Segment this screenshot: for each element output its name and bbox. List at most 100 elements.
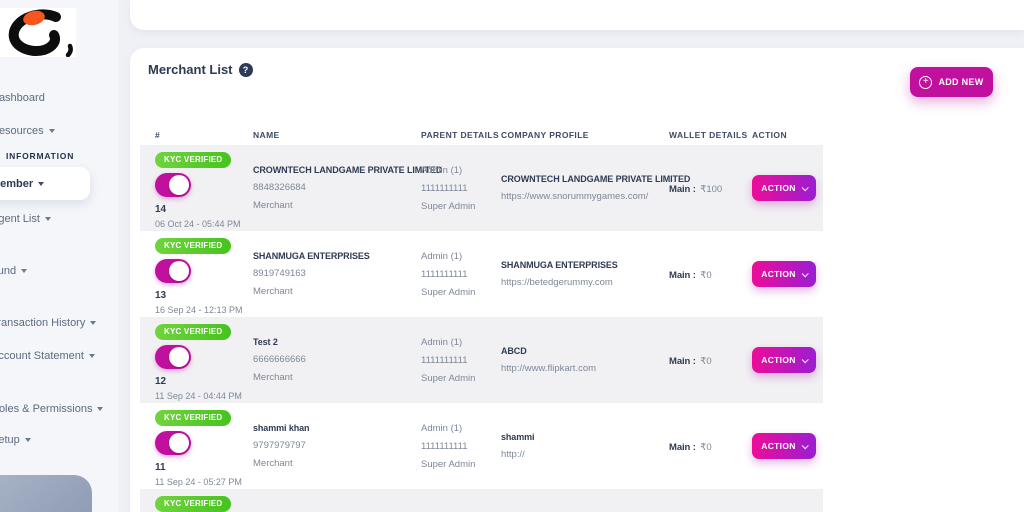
chevron-down-icon [44, 217, 51, 222]
sidebar-item-dashboard[interactable]: Dashboard [0, 92, 45, 104]
merchant-rows: KYC VERIFIED 14 06 Oct 24 - 05:44 PM CRO… [140, 145, 823, 512]
merchant-role: Merchant [253, 200, 293, 211]
parent-phone: 1111111111 [421, 354, 468, 366]
chevron-down-icon [38, 181, 45, 186]
company-name: ABCD [501, 346, 527, 356]
status-toggle[interactable] [155, 259, 191, 283]
merchant-phone: 6666666666 [253, 354, 306, 365]
wallet-label: Main : [669, 442, 696, 453]
status-toggle[interactable] [155, 431, 191, 455]
row-parent-cell: Admin (1) 1111111111 Super Admin [421, 145, 501, 231]
row-action-cell: ACTION [752, 317, 823, 403]
column-header-parent-details: PARENT DETAILS [421, 129, 500, 140]
table-row: KYC VERIFIED 12 11 Sep 24 - 04:44 PM Tes… [140, 317, 823, 403]
company-url[interactable]: http:// [501, 449, 669, 460]
row-company-cell: CROWNTECH LANDGAME PRIVATE LIMITED https… [501, 145, 691, 231]
row-status-cell: KYC VERIFIED 13 16 Sep 24 - 12:13 PM [155, 231, 253, 317]
wallet-label: Main : [669, 184, 696, 195]
merchant-date: 11 Sep 24 - 04:44 PM [155, 391, 242, 401]
sidebar-item-setup[interactable]: Setup [0, 434, 31, 446]
parent-name: Admin (1) [421, 336, 463, 348]
sidebar-item-agent-list[interactable]: Agent List [0, 213, 51, 225]
chevron-down-icon [48, 129, 55, 134]
column-header-name: NAME [253, 129, 280, 140]
action-button[interactable]: ACTION [752, 175, 816, 201]
merchant-id: 12 [155, 376, 167, 387]
merchant-id: 13 [155, 290, 167, 301]
row-company-cell: ABCD http://www.flipkart.com [501, 317, 669, 403]
kyc-verified-badge: KYC VERIFIED [155, 238, 232, 254]
company-url[interactable]: http://www.flipkart.com [501, 363, 669, 374]
merchant-name: CROWNTECH LANDGAME PRIVATE LIMITED [253, 165, 443, 175]
row-parent-cell: Admin (1) 1111111111 Super Admin [421, 403, 501, 489]
sidebar-item-fund[interactable]: Fund [0, 265, 28, 277]
parent-phone: 1111111111 [421, 440, 468, 452]
action-button[interactable]: ACTION [752, 261, 816, 287]
row-status-cell: KYC VERIFIED 14 06 Oct 24 - 05:44 PM [155, 145, 253, 231]
merchant-phone: 8919749163 [253, 268, 306, 279]
row-action-cell: ACTION [752, 145, 823, 231]
sidebar-promo-card [0, 475, 92, 512]
help-icon[interactable]: ? [238, 62, 253, 77]
wallet-amount: ₹100 [700, 184, 723, 195]
chevron-down-icon [801, 269, 809, 277]
row-status-cell: KYC VERIFIED [155, 489, 253, 512]
kyc-verified-badge: KYC VERIFIED [155, 496, 232, 512]
chevron-down-icon [24, 438, 31, 443]
company-name: CROWNTECH LANDGAME PRIVATE LIMITED [501, 174, 691, 184]
row-action-cell: ACTION [752, 403, 823, 489]
parent-name: Admin (1) [421, 250, 463, 262]
kyc-verified-badge: KYC VERIFIED [155, 324, 232, 340]
sidebar-item-member[interactable]: Member [0, 167, 90, 200]
wallet-balance: Main : ₹0 [669, 351, 752, 369]
company-url[interactable]: https://betedgerummy.com [501, 277, 669, 288]
action-button-label: ACTION [761, 183, 796, 193]
row-status-cell: KYC VERIFIED 11 11 Sep 24 - 05:27 PM [155, 403, 253, 489]
company-url[interactable]: https://www.snorummygames.com/ [501, 191, 669, 202]
sidebar-item-account-statement[interactable]: Account Statement [0, 350, 95, 362]
row-name-cell: shammi khan 9797979797 Merchant [253, 403, 421, 489]
sidebar-item-transaction-history[interactable]: Transaction History [0, 317, 97, 329]
row-company-cell: shammi http:// [501, 403, 669, 489]
row-name-cell: SHANMUGA ENTERPRISES 8919749163 Merchant [253, 231, 421, 317]
row-action-cell [752, 489, 823, 512]
merchant-date: 06 Oct 24 - 05:44 PM [155, 219, 241, 229]
action-button[interactable]: ACTION [752, 347, 816, 373]
merchant-id: 11 [155, 462, 166, 473]
wallet-label: Main : [669, 270, 696, 281]
merchant-name: Test 2 [253, 337, 278, 347]
chevron-down-icon [801, 441, 809, 449]
row-name-cell [253, 489, 421, 512]
row-name-cell: Test 2 6666666666 Merchant [253, 317, 421, 403]
brand-logo[interactable] [0, 8, 76, 58]
sidebar-item-roles-permissions[interactable]: Roles & Permissions [0, 403, 104, 415]
sidebar: Dashboard Resources INFORMATION Member A… [0, 0, 118, 512]
add-new-button[interactable]: ADD NEW [910, 67, 993, 97]
table-row: KYC VERIFIED 13 16 Sep 24 - 12:13 PM SHA… [140, 231, 823, 317]
chevron-down-icon [21, 269, 28, 274]
chevron-down-icon [801, 183, 809, 191]
parent-role: Super Admin [421, 458, 476, 470]
action-button[interactable]: ACTION [752, 433, 816, 459]
parent-name: Admin (1) [421, 164, 463, 176]
toggle-knob [169, 261, 189, 281]
parent-name: Admin (1) [421, 422, 463, 434]
action-button-label: ACTION [761, 269, 796, 279]
table-row: KYC VERIFIED 11 11 Sep 24 - 05:27 PM sha… [140, 403, 823, 489]
row-company-cell: SHANMUGA ENTERPRISES https://betedgerumm… [501, 231, 669, 317]
sidebar-section-information: INFORMATION [6, 151, 75, 161]
status-toggle[interactable] [155, 345, 191, 369]
status-toggle[interactable] [155, 173, 191, 197]
wallet-amount: ₹0 [700, 270, 712, 281]
row-parent-cell: Admin (1) 1111111111 Super Admin [421, 317, 501, 403]
app-root: Dashboard Resources INFORMATION Member A… [0, 0, 1024, 512]
parent-phone: 1111111111 [421, 268, 468, 280]
sidebar-item-resources[interactable]: Resources [0, 125, 55, 137]
row-wallet-cell: Main : ₹100 [669, 145, 752, 231]
chevron-down-icon [97, 407, 104, 412]
table-row: KYC VERIFIED 14 06 Oct 24 - 05:44 PM CRO… [140, 145, 823, 231]
merchant-table: # NAME PARENT DETAILS COMPANY PROFILE WA… [140, 124, 823, 512]
table-header: # NAME PARENT DETAILS COMPANY PROFILE WA… [140, 124, 823, 145]
kyc-verified-badge: KYC VERIFIED [155, 410, 232, 426]
column-header-company-profile: COMPANY PROFILE [501, 129, 589, 140]
